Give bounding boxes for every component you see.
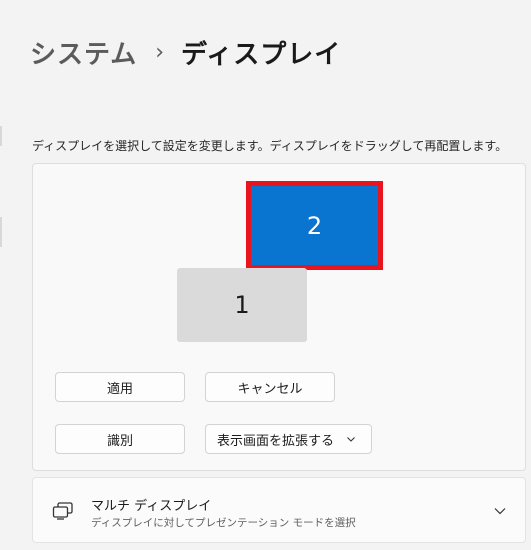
- chevron-down-icon[interactable]: [493, 504, 507, 518]
- cancel-button-label: キャンセル: [237, 381, 303, 397]
- page-title: ディスプレイ: [181, 39, 342, 70]
- monitor-1-tile[interactable]: 1: [177, 268, 307, 342]
- display-mode-dropdown[interactable]: 表示画面を拡張する: [205, 424, 372, 454]
- settings-window: システム › ディスプレイ ディスプレイを選択して設定を変更します。ディスプレイ…: [0, 0, 531, 550]
- display-mode-selected-value: 表示画面を拡張する: [217, 433, 335, 449]
- multi-display-title: マルチ ディスプレイ: [91, 499, 212, 514]
- identify-button[interactable]: 識別: [55, 424, 185, 454]
- nav-edge-indicator: [0, 217, 2, 247]
- multi-display-subtitle: ディスプレイに対してプレゼンテーション モードを選択: [91, 517, 356, 529]
- breadcrumb: システム › ディスプレイ: [30, 32, 341, 72]
- nav-edge-indicator: [0, 126, 2, 146]
- arrangement-instruction: ディスプレイを選択して設定を変更します。ディスプレイをドラッグして再配置します。: [32, 139, 508, 153]
- multi-monitor-icon: [52, 502, 73, 520]
- apply-button-label: 適用: [106, 381, 133, 397]
- breadcrumb-separator-icon: ›: [155, 39, 166, 65]
- chevron-down-icon: [347, 437, 355, 442]
- display-arrangement-panel: 2 1 適用 キャンセル 識別 表示画面を拡張する: [32, 163, 526, 471]
- monitor-1-label: 1: [234, 291, 250, 319]
- cancel-button[interactable]: キャンセル: [205, 372, 335, 402]
- monitor-2-tile[interactable]: 2: [246, 181, 383, 270]
- identify-button-label: 識別: [106, 433, 133, 449]
- monitor-2-label: 2: [306, 211, 323, 240]
- multi-display-expander[interactable]: マルチ ディスプレイ ディスプレイに対してプレゼンテーション モードを選択: [32, 477, 526, 543]
- breadcrumb-parent-link[interactable]: システム: [30, 34, 137, 71]
- apply-button[interactable]: 適用: [55, 372, 185, 402]
